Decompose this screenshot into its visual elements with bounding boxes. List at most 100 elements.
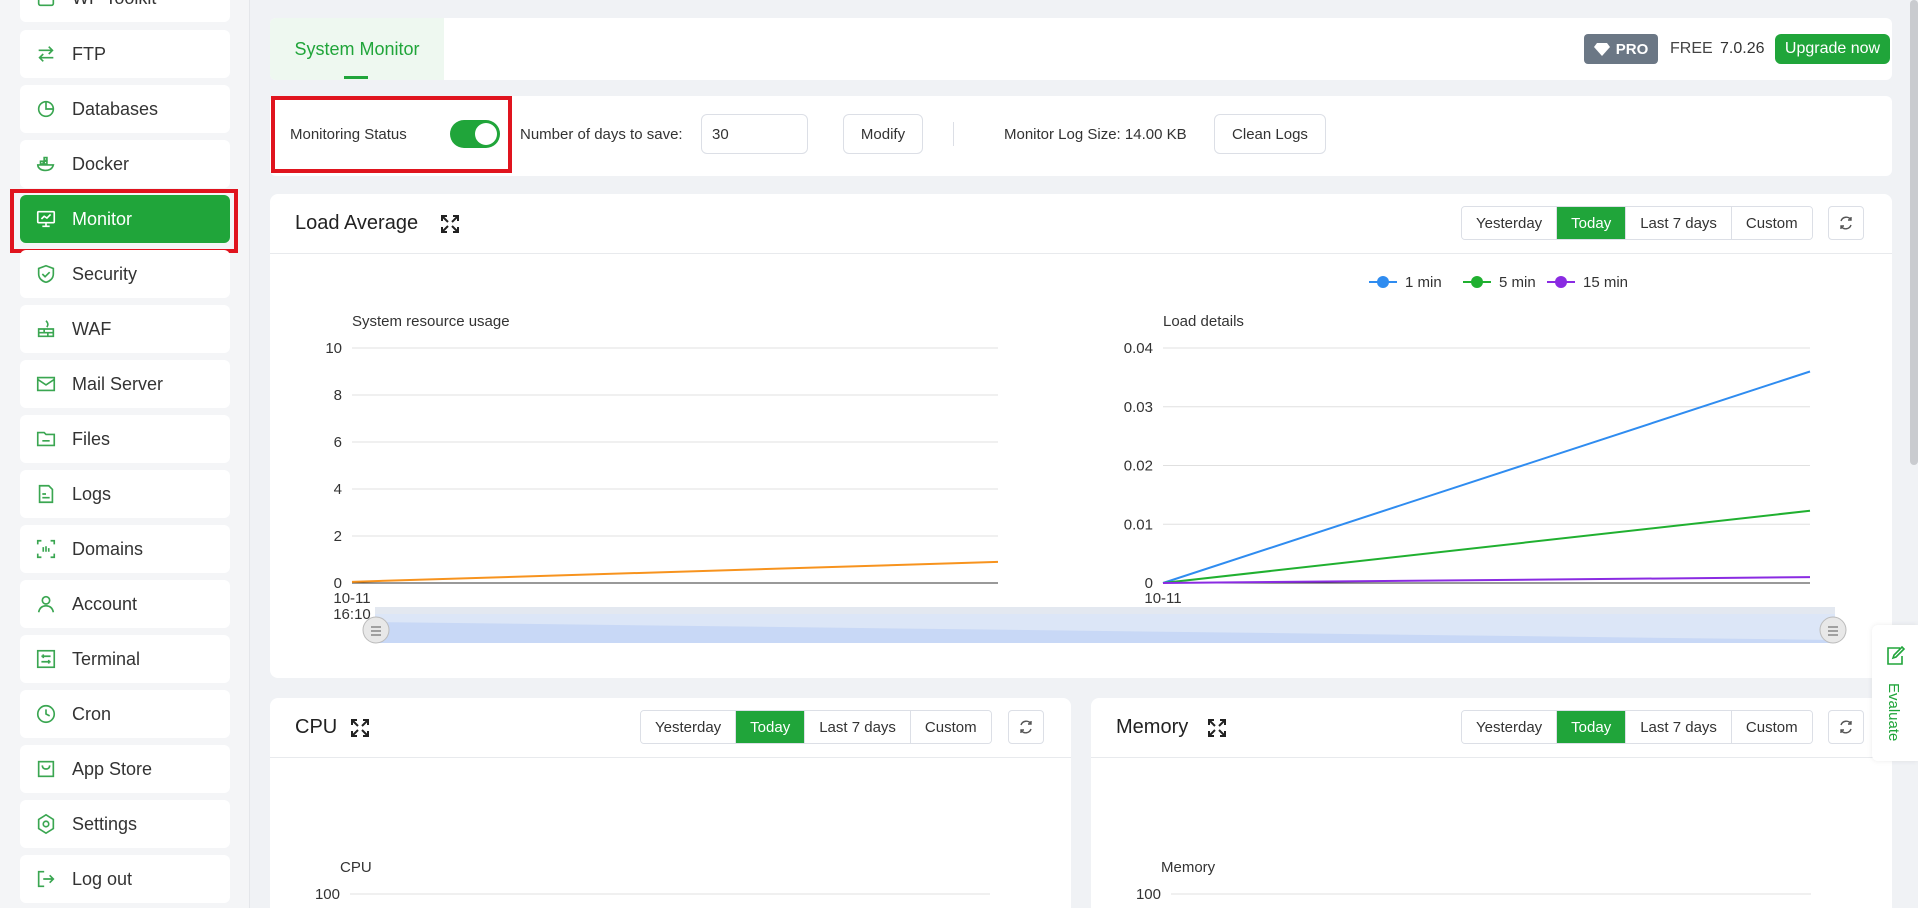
sidebar-item-label: Terminal: [72, 648, 141, 669]
page-scrollbar[interactable]: [1910, 0, 1918, 465]
sidebar-item-log-out[interactable]: Log out: [20, 855, 230, 903]
y-tick-label: 0.02: [1124, 458, 1153, 475]
y-tick-label: 8: [334, 387, 342, 404]
tab-active-indicator: [344, 76, 368, 79]
sidebar-item-label: WP Toolkit: [72, 0, 156, 9]
refresh-button[interactable]: [1828, 206, 1864, 240]
terminal-icon: [34, 647, 58, 671]
range-today[interactable]: Today: [1557, 711, 1627, 743]
wp-toolkit-icon: [34, 0, 58, 10]
sidebar-item-settings[interactable]: Settings: [20, 800, 230, 848]
free-label: FREE: [1670, 40, 1713, 57]
chart-title: System resource usage: [352, 313, 510, 330]
sidebar-item-cron[interactable]: Cron: [20, 690, 230, 738]
legend-label: 5 min: [1499, 274, 1536, 291]
memory-chart: Memory80100: [1136, 859, 1811, 903]
sidebar-item-label: Logs: [72, 483, 112, 504]
sidebar-item-files[interactable]: Files: [20, 415, 230, 463]
sidebar-item-logs[interactable]: Logs: [20, 470, 230, 518]
sidebar-item-app-store[interactable]: App Store: [20, 745, 230, 793]
load-charts: System resource usage024681010-1116:10Lo…: [325, 274, 1847, 644]
days-to-save-input[interactable]: [701, 114, 808, 154]
sidebar-item-account[interactable]: Account: [20, 580, 230, 628]
range-selector: Yesterday Today Last 7 days Custom: [1461, 206, 1813, 240]
refresh-button[interactable]: [1008, 710, 1044, 744]
sidebar-item-waf[interactable]: WAF: [20, 305, 230, 353]
range-yesterday[interactable]: Yesterday: [641, 711, 737, 743]
y-tick-label: 6: [334, 434, 342, 451]
panel-header: Load Average Yesterday Today Last 7 days…: [270, 194, 1892, 254]
firewall-icon: [34, 317, 58, 341]
series-line: [1162, 509, 1811, 584]
zoom-slider-handle: [362, 616, 390, 644]
sidebar-item-label: Domains: [72, 538, 144, 559]
sidebar-item-wp-toolkit[interactable]: WP Toolkit: [20, 0, 230, 22]
chart-title: Load details: [1163, 313, 1244, 330]
highlight-box: [271, 96, 512, 173]
tab-system-monitor[interactable]: System Monitor: [270, 18, 444, 80]
divider: [953, 122, 954, 146]
sidebar-item-security[interactable]: Security: [20, 250, 230, 298]
refresh-button[interactable]: [1828, 710, 1864, 744]
folder-icon: [34, 427, 58, 451]
clean-logs-button[interactable]: Clean Logs: [1214, 114, 1326, 154]
sidebar-item-label: Settings: [72, 813, 138, 834]
refresh-icon: [1840, 216, 1852, 230]
monitor-log-size: Monitor Log Size: 14.00 KB: [1004, 126, 1187, 143]
highlight-box: [10, 189, 238, 253]
sidebar: WP Toolkit FTP Databases Docker Monitor …: [0, 0, 250, 908]
sidebar-item-label: Docker: [72, 153, 130, 174]
load-average-panel: Load Average Yesterday Today Last 7 days…: [270, 194, 1892, 678]
sidebar-item-mail-server[interactable]: Mail Server: [20, 360, 230, 408]
upgrade-button[interactable]: Upgrade now: [1775, 34, 1890, 64]
legend-marker: [1555, 276, 1567, 288]
main-content: System Monitor PRO FREE 7.0.26 Upgrade n…: [250, 0, 1918, 908]
sidebar-item-terminal[interactable]: Terminal: [20, 635, 230, 683]
clock-icon: [34, 702, 58, 726]
range-last-7-days[interactable]: Last 7 days: [805, 711, 911, 743]
pro-badge[interactable]: PRO: [1584, 34, 1658, 64]
cpu-panel: CPU Yesterday Today Last 7 days Custom C…: [270, 698, 1071, 908]
sidebar-item-databases[interactable]: Databases: [20, 85, 230, 133]
panel-title: CPU: [295, 716, 338, 738]
refresh-icon: [1020, 720, 1032, 734]
range-last-7-days[interactable]: Last 7 days: [1626, 207, 1732, 239]
range-custom[interactable]: Custom: [1731, 711, 1812, 743]
expand-icon[interactable]: [440, 214, 460, 234]
version-label: 7.0.26: [1720, 40, 1765, 57]
edit-note-icon: [1887, 645, 1906, 665]
y-tick-label: 4: [334, 481, 342, 498]
legend-label: 1 min: [1405, 274, 1442, 291]
range-custom[interactable]: Custom: [910, 711, 991, 743]
expand-icon[interactable]: [350, 718, 370, 738]
sidebar-item-label: Cron: [72, 703, 112, 724]
gear-icon: [34, 812, 58, 836]
sidebar-item-label: App Store: [72, 758, 153, 779]
panel-title: Load Average: [295, 212, 419, 234]
sidebar-item-ftp[interactable]: FTP: [20, 30, 230, 78]
expand-icon[interactable]: [1207, 718, 1227, 738]
sidebar-item-label: Account: [72, 593, 138, 614]
sidebar-item-docker[interactable]: Docker: [20, 140, 230, 188]
range-today[interactable]: Today: [1557, 207, 1627, 239]
sidebar-item-domains[interactable]: Domains: [20, 525, 230, 573]
sidebar-item-label: Mail Server: [72, 373, 164, 394]
sidebar-item-label: Security: [72, 263, 138, 284]
docker-icon: [34, 152, 58, 176]
modify-button[interactable]: Modify: [843, 114, 923, 154]
sidebar-item-label: Databases: [72, 98, 159, 119]
refresh-icon: [1840, 720, 1852, 734]
range-yesterday[interactable]: Yesterday: [1462, 207, 1558, 239]
evaluate-button[interactable]: Evaluate: [1872, 625, 1918, 761]
mail-icon: [34, 372, 58, 396]
y-tick-label: 0.04: [1124, 340, 1153, 357]
range-today[interactable]: Today: [736, 711, 806, 743]
store-icon: [34, 757, 58, 781]
sidebar-item-label: Log out: [72, 868, 133, 889]
range-custom[interactable]: Custom: [1731, 207, 1812, 239]
user-icon: [34, 592, 58, 616]
range-last-7-days[interactable]: Last 7 days: [1626, 711, 1732, 743]
chart-title: CPU: [340, 859, 372, 876]
domain-icon: [34, 537, 58, 561]
range-yesterday[interactable]: Yesterday: [1462, 711, 1558, 743]
